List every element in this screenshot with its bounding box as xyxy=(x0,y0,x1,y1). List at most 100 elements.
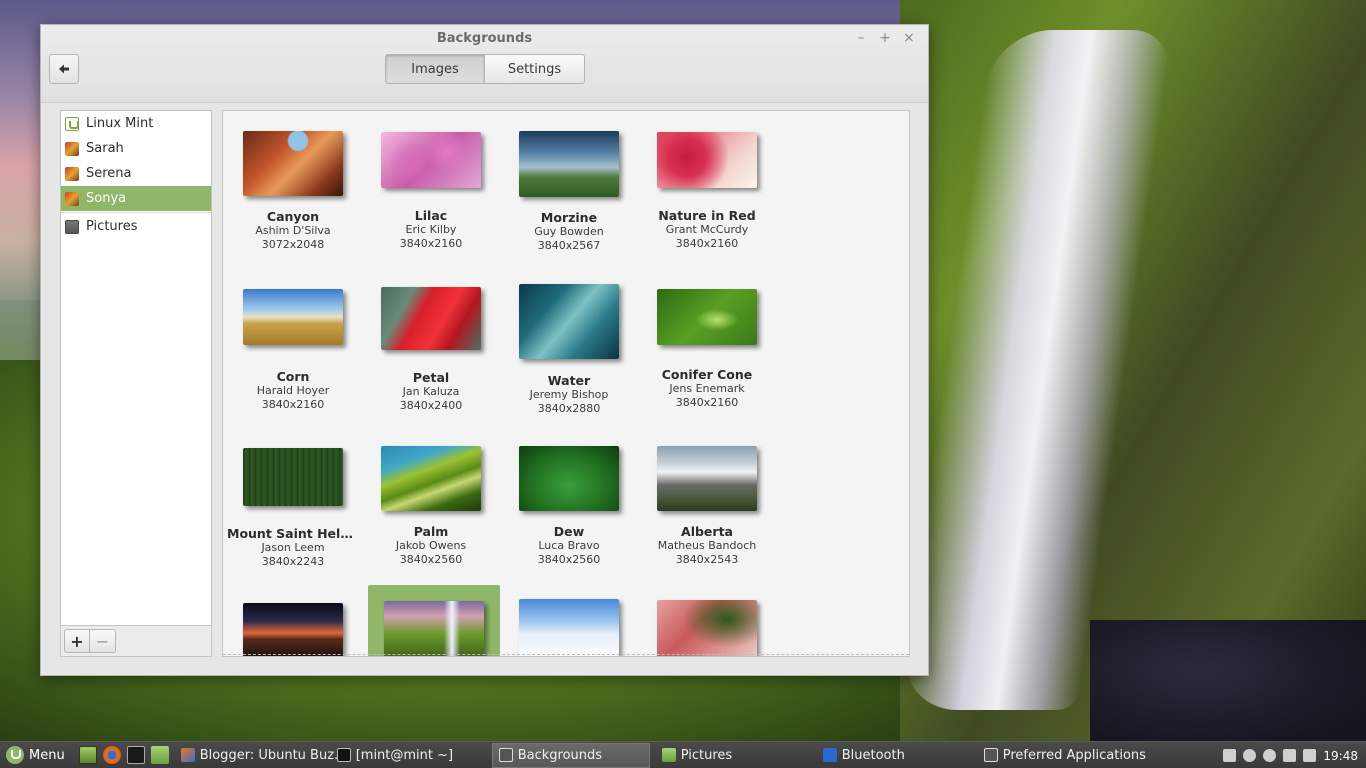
taskbar-item-terminal[interactable]: [mint@mint ~] xyxy=(331,743,486,768)
remove-folder-button[interactable]: − xyxy=(90,629,116,653)
minimize-button[interactable]: – xyxy=(852,29,870,47)
wallpaper-resolution: 3840x2160 xyxy=(261,398,325,411)
wallpaper-resolution: 3840x2160 xyxy=(399,237,463,250)
wallpaper-tile[interactable]: Petal Jan Kaluza 3840x2400 xyxy=(365,287,497,413)
wallpaper-thumbnail xyxy=(657,446,757,511)
sidebar-item-linux-mint[interactable]: Linux Mint xyxy=(61,111,211,136)
wallpaper-thumbnail xyxy=(519,446,619,511)
wallpaper-resolution: 3840x2560 xyxy=(537,553,601,566)
wallpaper-thumbnail xyxy=(243,448,343,506)
wallpaper-thumbnail xyxy=(657,289,757,345)
wallpaper-name: Lilac xyxy=(414,208,448,223)
wallpaper-tile[interactable]: Mount Saint Hele... Jason Leem 3840x2243 xyxy=(227,448,359,569)
view-tabs: Images Settings xyxy=(385,54,585,84)
task-label: Pictures xyxy=(680,747,733,763)
wallpaper-thumbnail xyxy=(657,132,757,188)
task-label: [mint@mint ~] xyxy=(355,747,454,763)
taskbar: Menu Blogger: Ubuntu Buz... [mint@mint ~… xyxy=(0,741,1366,768)
task-label: Blogger: Ubuntu Buz... xyxy=(199,747,347,763)
wallpaper-tile[interactable]: Alberta Matheus Bandoch 3840x2543 xyxy=(641,446,773,567)
sidebar-item-pictures[interactable]: Pictures xyxy=(61,214,211,239)
backgrounds-icon xyxy=(498,748,513,762)
terminal-icon[interactable] xyxy=(126,746,145,764)
wallpaper-tile[interactable]: Corn Harald Hoyer 3840x2160 xyxy=(227,289,359,412)
menu-label: Menu xyxy=(29,747,65,763)
wallpaper-tile[interactable]: Palm Jakob Owens 3840x2560 xyxy=(365,446,497,567)
picture-folder-icon xyxy=(65,191,79,206)
wallpaper-tile[interactable]: Nature in Red Grant McCurdy 3840x2160 xyxy=(641,132,773,251)
sidebar-item-label: Linux Mint xyxy=(86,116,154,131)
maximize-button[interactable]: + xyxy=(876,29,894,47)
show-desktop-icon[interactable] xyxy=(78,746,97,764)
taskbar-item-blogger[interactable]: Blogger: Ubuntu Buz... xyxy=(175,743,346,768)
wallpaper-author: Guy Bowden xyxy=(534,225,604,238)
window-title: Backgrounds xyxy=(436,31,533,46)
wallpaper-tile[interactable] xyxy=(503,599,635,656)
wallpaper-tile[interactable]: Conifer Cone Jens Enemark 3840x2160 xyxy=(641,289,773,410)
sidebar-item-sonya[interactable]: Sonya xyxy=(61,186,211,211)
close-button[interactable]: × xyxy=(900,29,918,47)
sidebar-item-label: Serena xyxy=(86,166,132,181)
wifi-icon[interactable] xyxy=(1263,749,1277,762)
titlebar[interactable]: Backgrounds – + × Images Settings xyxy=(41,25,928,103)
clock[interactable]: 19:48 xyxy=(1323,749,1358,763)
folder-icon xyxy=(661,748,676,762)
wallpaper-name: Conifer Cone xyxy=(661,367,753,382)
firefox-icon[interactable] xyxy=(102,746,121,764)
menu-button[interactable]: Menu xyxy=(0,742,71,768)
back-button[interactable] xyxy=(49,54,79,84)
add-folder-button[interactable]: + xyxy=(64,629,90,653)
wallpaper-name: Corn xyxy=(276,369,310,384)
wallpaper-resolution: 3840x2567 xyxy=(537,239,601,252)
wallpaper-resolution: 3072x2048 xyxy=(261,238,325,251)
task-label: Bluetooth xyxy=(841,747,905,763)
backgrounds-window: Backgrounds – + × Images Settings Linux … xyxy=(40,24,929,676)
wallpaper-resolution: 3840x2160 xyxy=(675,396,739,409)
wallpaper-thumbnail xyxy=(243,131,343,196)
wallpaper-thumbnail xyxy=(384,601,484,656)
wallpaper-tile[interactable]: Morzine Guy Bowden 3840x2567 xyxy=(503,131,635,253)
wallpaper-name: Petal xyxy=(412,370,450,385)
taskbar-item-bluetooth[interactable]: Bluetooth xyxy=(817,743,972,768)
wallpaper-author: Jason Leem xyxy=(261,541,325,554)
keyboard-layout-icon[interactable] xyxy=(1223,749,1237,762)
wallpaper-tile[interactable] xyxy=(641,600,773,656)
terminal-icon xyxy=(336,748,351,762)
wallpaper-author: Harald Hoyer xyxy=(256,384,330,397)
battery-icon[interactable] xyxy=(1283,749,1297,762)
arrow-left-icon xyxy=(59,64,69,74)
sidebar-item-sarah[interactable]: Sarah xyxy=(61,136,211,161)
wallpaper-thumbnail xyxy=(519,131,619,197)
user-icon[interactable] xyxy=(1243,749,1257,762)
taskbar-item-pictures[interactable]: Pictures xyxy=(656,743,811,768)
wallpaper-name: Alberta xyxy=(681,524,733,539)
taskbar-item-backgrounds[interactable]: Backgrounds xyxy=(491,742,650,768)
sidebar-toolbar: + − xyxy=(61,625,211,656)
wallpaper-tile[interactable]: Lilac Eric Kilby 3840x2160 xyxy=(365,132,497,251)
wallpaper-tile[interactable] xyxy=(227,603,359,656)
wallpaper-resolution: 3840x2243 xyxy=(261,555,325,568)
wallpaper-thumbnail xyxy=(519,599,619,656)
wallpaper-tile[interactable]: Water Jeremy Bishop 3840x2880 xyxy=(503,284,635,416)
wallpaper-thumbnail xyxy=(519,284,619,359)
volume-icon[interactable] xyxy=(1303,749,1317,762)
taskbar-item-preferred-applications[interactable]: Preferred Applications xyxy=(978,743,1146,768)
wallpaper-thumbnail xyxy=(657,600,757,656)
sidebar-item-label: Sonya xyxy=(86,191,127,206)
sidebar-item-serena[interactable]: Serena xyxy=(61,161,211,186)
wallpaper-tile[interactable]: Dew Luca Bravo 3840x2560 xyxy=(503,446,635,567)
tab-images[interactable]: Images xyxy=(385,54,485,84)
sidebar-divider xyxy=(61,212,211,213)
wallpaper-tile-selected[interactable] xyxy=(368,585,500,656)
folder-icon[interactable] xyxy=(150,746,169,764)
wallpaper-tile[interactable]: Canyon Ashim D'Silva 3072x2048 xyxy=(227,131,359,252)
wallpaper-thumbnail xyxy=(381,287,481,350)
wallpaper-author: Jan Kaluza xyxy=(402,385,460,398)
wallpaper-name: Nature in Red xyxy=(658,208,756,223)
wallpaper-author: Jeremy Bishop xyxy=(529,388,609,401)
linux-mint-icon xyxy=(65,116,79,131)
tab-settings[interactable]: Settings xyxy=(485,54,585,84)
wallpaper-thumbnail xyxy=(243,289,343,345)
wallpaper-resolution: 3840x2160 xyxy=(675,237,739,250)
sidebar-item-label: Pictures xyxy=(86,219,138,234)
